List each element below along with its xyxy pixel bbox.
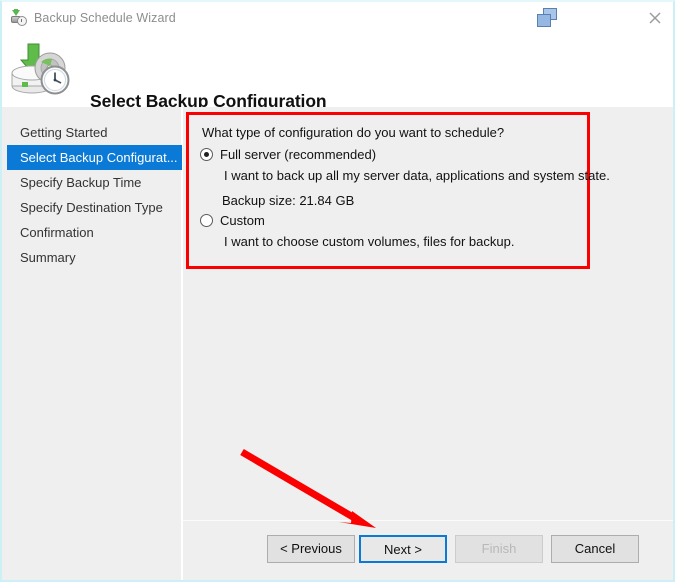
option-custom-row[interactable]: Custom (200, 213, 265, 228)
finish-button: Finish (455, 535, 543, 563)
sidebar-item-specify-backup-time[interactable]: Specify Backup Time (2, 170, 182, 195)
wizard-step-list: Getting Started Select Backup Configurat… (2, 120, 182, 270)
cascade-windows-icon[interactable] (536, 7, 558, 29)
sidebar-item-specify-destination-type[interactable]: Specify Destination Type (2, 195, 182, 220)
option-full-server-description: I want to back up all my server data, ap… (224, 168, 610, 183)
highlight-box-configuration-options: What type of configuration do you want t… (186, 112, 610, 269)
sidebar-item-confirmation[interactable]: Confirmation (2, 220, 182, 245)
sidebar-item-getting-started[interactable]: Getting Started (2, 120, 182, 145)
backup-schedule-icon (11, 9, 27, 26)
close-icon[interactable] (642, 5, 668, 31)
backup-wizard-large-icon (10, 40, 74, 96)
option-full-server-backup-size: Backup size: 21.84 GB (222, 193, 355, 208)
previous-button[interactable]: < Previous (267, 535, 355, 563)
backup-schedule-wizard-window: Backup Schedule Wizard Select Backup Con… (0, 0, 675, 582)
cancel-button[interactable]: Cancel (551, 535, 639, 563)
radio-full-server[interactable] (200, 148, 213, 161)
next-button[interactable]: Next > (359, 535, 447, 563)
configuration-question-label: What type of configuration do you want t… (202, 125, 505, 140)
sidebar-item-select-backup-configuration[interactable]: Select Backup Configurat... (7, 145, 182, 170)
window-title: Backup Schedule Wizard (34, 11, 176, 25)
radio-custom-label[interactable]: Custom (220, 213, 265, 228)
radio-full-server-label[interactable]: Full server (recommended) (220, 147, 376, 162)
title-bar: Backup Schedule Wizard (2, 2, 673, 34)
wizard-sidebar: Getting Started Select Backup Configurat… (2, 107, 182, 580)
radio-custom[interactable] (200, 214, 213, 227)
option-full-server-row[interactable]: Full server (recommended) (200, 147, 376, 162)
option-custom-description: I want to choose custom volumes, files f… (224, 234, 515, 249)
wizard-footer: < Previous Next > Finish Cancel (183, 520, 673, 580)
wizard-content-panel: What type of configuration do you want t… (183, 107, 673, 520)
sidebar-item-summary[interactable]: Summary (2, 245, 182, 270)
wizard-header: Select Backup Configuration (2, 34, 673, 111)
